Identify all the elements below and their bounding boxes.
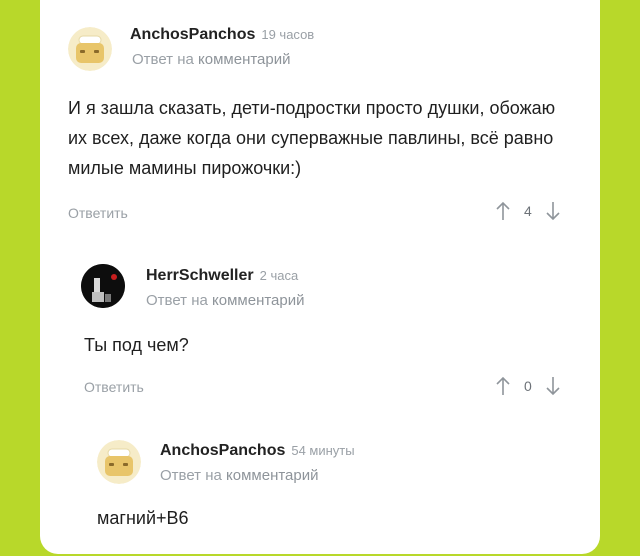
comments-card: AnchosPanchos 19 часов Ответ на комментар…	[40, 0, 600, 554]
comment-body: магний+В6	[97, 508, 189, 528]
reply-to-link[interactable]: комментарий	[198, 51, 290, 68]
reply-to-prefix: Ответ на	[160, 467, 222, 484]
downvote-icon[interactable]	[546, 201, 560, 221]
reply-to-prefix: Ответ на	[146, 292, 208, 309]
reply-button[interactable]: Ответить	[68, 205, 128, 221]
vote-controls: 4	[496, 201, 560, 221]
comment-body: Ты под чем?	[84, 335, 189, 355]
toaster-avatar-icon[interactable]	[68, 27, 112, 71]
reply-to-link[interactable]: комментарий	[226, 467, 318, 484]
author-name[interactable]: AnchosPanchos	[130, 26, 255, 43]
comment-author[interactable]: AnchosPanchos 19 часов	[130, 26, 314, 44]
reply-to-link[interactable]: комментарий	[212, 292, 304, 309]
downvote-icon[interactable]	[546, 376, 560, 396]
reply-to: Ответ на комментарий	[132, 51, 291, 68]
vote-count: 4	[524, 203, 532, 219]
reply-button[interactable]: Ответить	[84, 379, 144, 395]
vote-count: 0	[524, 378, 532, 394]
comment-body: И я зашла сказать, дети-подростки просто…	[68, 98, 556, 178]
reply-to: Ответ на комментарий	[146, 292, 305, 309]
comment-author[interactable]: AnchosPanchos 54 минуты	[160, 442, 355, 460]
reply-to-prefix: Ответ на	[132, 51, 194, 68]
dark-figure-avatar-icon[interactable]	[81, 264, 125, 308]
comment-time: 19 часов	[261, 27, 315, 42]
author-name[interactable]: AnchosPanchos	[160, 442, 285, 459]
comment-time: 54 минуты	[291, 443, 355, 458]
toaster-avatar-icon[interactable]	[97, 440, 141, 484]
reply-to: Ответ на комментарий	[160, 467, 319, 484]
author-name[interactable]: HerrSchweller	[146, 267, 254, 284]
upvote-icon[interactable]	[496, 201, 510, 221]
upvote-icon[interactable]	[496, 376, 510, 396]
comment-author[interactable]: HerrSchweller 2 часа	[146, 267, 298, 285]
comment-time: 2 часа	[259, 268, 299, 283]
vote-controls: 0	[496, 376, 560, 396]
